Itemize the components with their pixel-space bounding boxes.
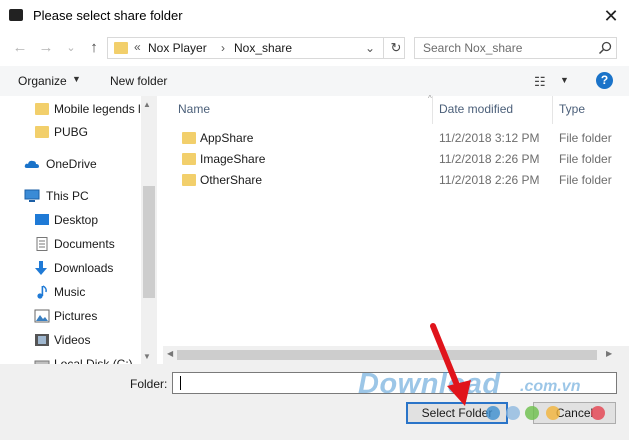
folder-label: Folder: — [130, 377, 168, 391]
sidebar-item-onedrive[interactable]: OneDrive — [0, 153, 141, 175]
sidebar-item-label: Videos — [54, 333, 91, 347]
column-header-date-modified[interactable]: Date modified — [439, 102, 513, 116]
sidebar-item-videos[interactable]: Videos — [0, 329, 141, 351]
column-header-type[interactable]: Type — [559, 102, 585, 116]
close-button[interactable]: ✕ — [598, 4, 624, 28]
search-icon[interactable] — [597, 40, 613, 56]
document-icon — [36, 237, 48, 251]
sidebar-item-desktop[interactable]: Desktop — [0, 209, 141, 231]
chevron-down-icon[interactable]: ▼ — [72, 74, 81, 84]
sidebar-item-pictures[interactable]: Pictures — [0, 305, 141, 327]
file-row[interactable]: AppShare 11/2/2018 3:12 PM File folder — [163, 128, 629, 149]
sidebar-item-label: Mobile legends l — [54, 102, 141, 116]
up-button[interactable]: ↑ — [84, 38, 104, 58]
new-folder-button[interactable]: New folder — [110, 74, 167, 88]
watermark-dot — [506, 406, 520, 420]
desktop-icon — [35, 214, 49, 225]
disk-icon — [34, 360, 50, 364]
address-dropdown-icon[interactable]: ⌄ — [365, 41, 375, 55]
column-divider[interactable] — [552, 96, 553, 124]
refresh-button[interactable]: ↻ — [387, 39, 405, 57]
forward-button[interactable]: → — [36, 38, 56, 58]
column-header-name[interactable]: Name — [178, 102, 210, 116]
sidebar-item-pubg[interactable]: PUBG — [0, 121, 141, 143]
help-icon[interactable]: ? — [596, 72, 613, 89]
search-input[interactable] — [415, 38, 603, 58]
sidebar-item-downloads[interactable]: Downloads — [0, 257, 141, 279]
chevron-down-icon[interactable]: ▼ — [560, 75, 569, 85]
sidebar-item-label: Documents — [54, 237, 115, 251]
scroll-left-icon[interactable]: ◀ — [167, 349, 173, 358]
folder-icon — [35, 126, 49, 138]
command-bar: Organize ▼ New folder ☷ ▼ ? — [0, 66, 629, 96]
scroll-down-icon[interactable]: ▼ — [143, 352, 151, 361]
file-name: AppShare — [200, 131, 254, 145]
sidebar-item-label: Downloads — [54, 261, 114, 275]
search-box[interactable] — [414, 37, 617, 59]
sidebar-scrollbar-thumb[interactable] — [143, 186, 155, 298]
watermark-dot — [591, 406, 605, 420]
scroll-up-icon[interactable]: ▲ — [143, 100, 151, 109]
watermark-dot — [486, 406, 500, 420]
sidebar-item-label: Desktop — [54, 213, 99, 227]
overflow-chevron-icon[interactable]: « — [134, 40, 141, 54]
folder-icon — [35, 103, 49, 115]
recent-locations-button[interactable]: ⌄ — [61, 38, 81, 58]
sidebar-item-label: OneDrive — [46, 157, 97, 171]
address-divider — [383, 38, 384, 58]
file-name: ImageShare — [200, 152, 266, 166]
sidebar-item-this-pc[interactable]: This PC — [0, 185, 141, 207]
breadcrumb-separator-icon[interactable]: › — [221, 41, 225, 55]
cloud-icon — [24, 160, 39, 168]
address-bar[interactable]: « Nox Player › Nox_share ⌄ — [107, 37, 405, 59]
breadcrumb-nox-player[interactable]: Nox Player — [148, 41, 207, 55]
folder-icon — [182, 153, 196, 165]
app-icon — [9, 9, 23, 21]
sidebar-item-mobile-legends[interactable]: Mobile legends l — [0, 98, 141, 120]
pictures-icon — [34, 309, 50, 323]
watermark-dot — [525, 406, 539, 420]
file-list: Name ^ Date modified Type AppShare 11/2/… — [163, 94, 629, 364]
sidebar-item-music[interactable]: Music — [0, 281, 141, 303]
back-button[interactable]: ← — [10, 38, 30, 58]
download-icon — [35, 261, 47, 275]
organize-menu[interactable]: Organize — [18, 74, 67, 88]
navigation-pane: Mobile legends l PUBG OneDrive This PC D… — [0, 96, 157, 364]
view-options-icon[interactable]: ☷ — [534, 74, 546, 90]
file-date: 11/2/2018 3:12 PM — [439, 131, 540, 145]
file-row[interactable]: ImageShare 11/2/2018 2:26 PM File folder — [163, 149, 629, 170]
sidebar-item-label: Pictures — [54, 309, 98, 323]
folder-icon — [182, 174, 196, 186]
window-title: Please select share folder — [33, 8, 183, 23]
sidebar-item-label: Local Disk (C:) — [54, 357, 133, 364]
sidebar-item-label: This PC — [46, 189, 89, 203]
file-date: 11/2/2018 2:26 PM — [439, 173, 540, 187]
music-icon — [37, 285, 47, 299]
red-arrow-annotation — [430, 323, 471, 406]
text-caret — [180, 376, 181, 390]
scroll-right-icon[interactable]: ▶ — [606, 349, 612, 358]
computer-icon — [24, 189, 40, 202]
sidebar-item-label: Music — [54, 285, 86, 299]
file-date: 11/2/2018 2:26 PM — [439, 152, 540, 166]
breadcrumb-nox-share[interactable]: Nox_share — [234, 41, 292, 55]
file-row[interactable]: OtherShare 11/2/2018 2:26 PM File folder — [163, 170, 629, 191]
videos-icon — [35, 334, 49, 346]
file-name: OtherShare — [200, 173, 263, 187]
sidebar-item-label: PUBG — [54, 125, 89, 139]
watermark-dot — [546, 406, 560, 420]
file-type: File folder — [559, 152, 612, 166]
folder-icon — [114, 42, 128, 54]
watermark-suffix: .com.vn — [520, 378, 581, 395]
file-type: File folder — [559, 131, 612, 145]
horizontal-scrollbar-thumb[interactable] — [177, 350, 597, 360]
file-type: File folder — [559, 173, 612, 187]
sidebar-item-local-disk[interactable]: Local Disk (C:) — [0, 353, 141, 364]
folder-icon — [182, 132, 196, 144]
column-divider[interactable] — [432, 96, 433, 124]
sidebar-item-documents[interactable]: Documents — [0, 233, 141, 255]
